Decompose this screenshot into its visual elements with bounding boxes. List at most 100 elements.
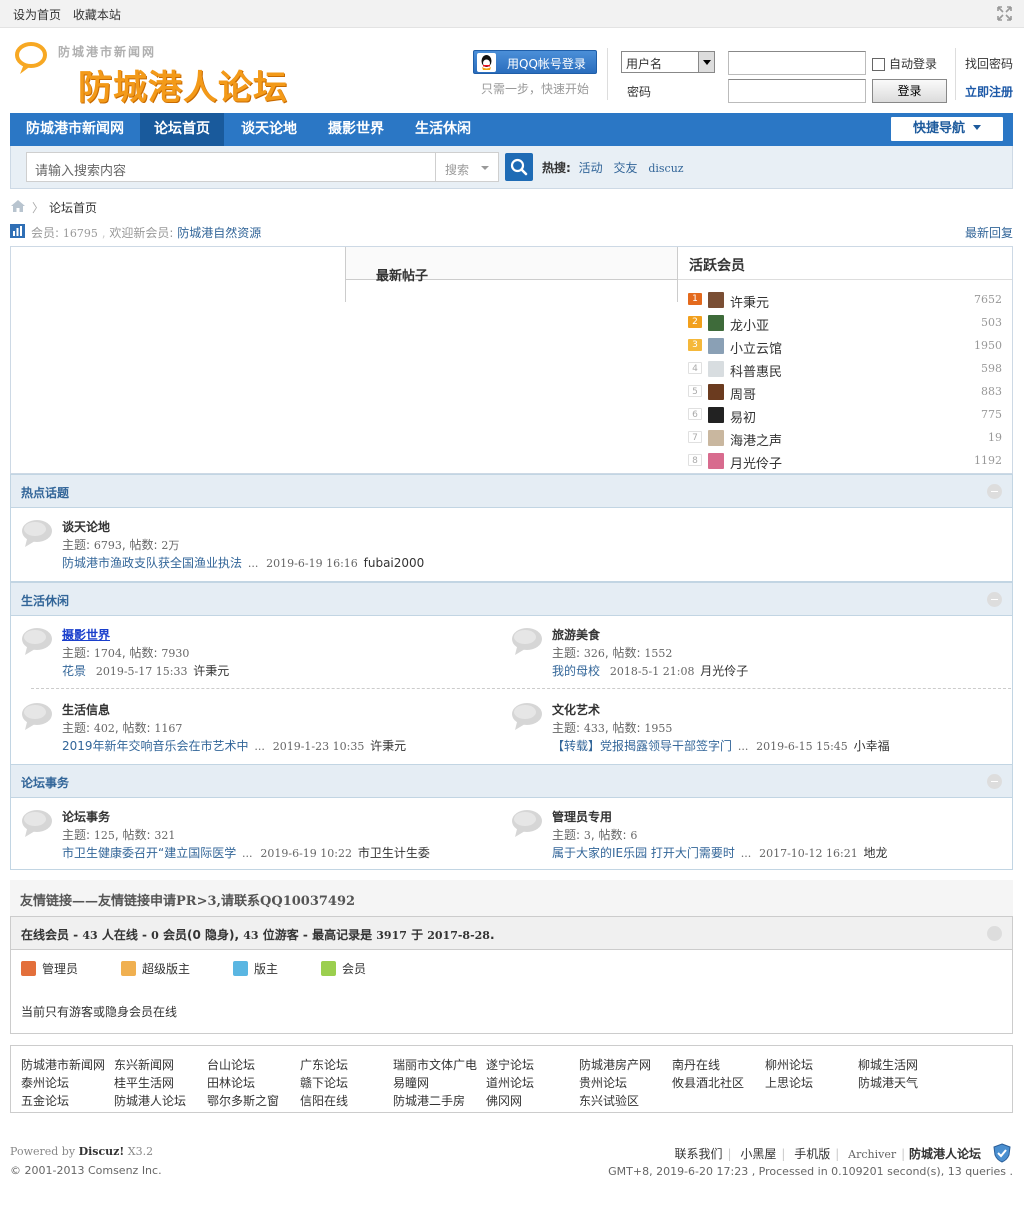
member-name[interactable]: 海港之声 <box>730 430 782 449</box>
search-input[interactable]: 请输入搜索内容 <box>26 152 436 182</box>
friend-link[interactable]: 遂宁论坛 <box>486 1056 534 1073</box>
nav-item-forum-home[interactable]: 论坛首页 <box>140 113 224 146</box>
active-member-item[interactable]: 7 海港之声 19 <box>688 428 1002 449</box>
nav-item-life[interactable]: 生活休闲 <box>401 113 485 146</box>
register-link[interactable]: 立即注册 <box>965 83 1013 100</box>
member-name[interactable]: 易初 <box>730 407 756 426</box>
hot-search-term[interactable]: discuz <box>648 162 683 175</box>
forum-name[interactable]: 谈天论地 <box>62 518 110 535</box>
friend-link[interactable]: 贵州论坛 <box>579 1074 627 1091</box>
nav-item-photo[interactable]: 摄影世界 <box>314 113 398 146</box>
new-member-link[interactable]: 防城港自然资源 <box>177 226 261 240</box>
avatar[interactable] <box>708 315 724 331</box>
username-field[interactable] <box>728 51 866 75</box>
search-button[interactable] <box>505 153 533 181</box>
friend-link[interactable]: 东兴新闻网 <box>114 1056 174 1073</box>
nav-item-chat[interactable]: 谈天论地 <box>227 113 311 146</box>
friend-link[interactable]: 防城港市新闻网 <box>21 1056 105 1073</box>
friend-link[interactable]: 五金论坛 <box>21 1092 69 1109</box>
newest-posts-title[interactable]: 最新帖子 <box>376 265 428 284</box>
last-post-link[interactable]: 防城港市渔政支队获全国渔业执法 <box>62 556 242 570</box>
login-button[interactable]: 登录 <box>872 79 947 103</box>
breadcrumb-current[interactable]: 论坛首页 <box>49 201 97 215</box>
member-name[interactable]: 月光伶子 <box>730 453 782 472</box>
section-title[interactable]: 生活休闲 <box>21 592 69 609</box>
last-post-link[interactable]: 属于大家的IE乐园 打开大门需要时 <box>552 846 735 860</box>
friend-link[interactable]: 防城港二手房 <box>393 1092 465 1109</box>
auto-login-checkbox[interactable]: 自动登录 <box>872 55 937 72</box>
discuz-link[interactable]: Discuz! <box>79 1145 125 1158</box>
footer-link-archiver[interactable]: Archiver <box>848 1148 896 1161</box>
friend-link[interactable]: 台山论坛 <box>207 1056 255 1073</box>
avatar[interactable] <box>708 361 724 377</box>
login-type-select[interactable]: 用户名 <box>621 51 715 73</box>
last-post-user[interactable]: 地龙 <box>864 846 888 860</box>
footer-link-mobile[interactable]: 手机版 <box>794 1147 830 1161</box>
friend-link[interactable]: 鄂尔多斯之窗 <box>207 1092 279 1109</box>
last-post-user[interactable]: 许秉元 <box>193 664 229 678</box>
last-post-user[interactable]: 小幸福 <box>854 739 890 753</box>
last-post-link[interactable]: 花景 <box>62 664 86 678</box>
friend-link[interactable]: 广东论坛 <box>300 1056 348 1073</box>
friend-link[interactable]: 道州论坛 <box>486 1074 534 1091</box>
friend-link[interactable]: 南丹在线 <box>672 1056 720 1073</box>
collapse-icon[interactable] <box>987 926 1002 941</box>
last-post-user[interactable]: fubai2000 <box>364 556 425 570</box>
friend-link[interactable]: 田林论坛 <box>207 1074 255 1091</box>
member-name[interactable]: 许秉元 <box>730 292 769 311</box>
shield-icon[interactable] <box>992 1143 1012 1163</box>
section-header[interactable]: 热点话题 <box>10 474 1013 508</box>
site-logo[interactable]: 防城港市新闻网 防城港人论坛 <box>14 40 314 108</box>
avatar[interactable] <box>708 453 724 469</box>
bookmark-link[interactable]: 收藏本站 <box>73 8 121 22</box>
forum-name[interactable]: 生活信息 <box>62 701 110 718</box>
forum-name[interactable]: 摄影世界 <box>62 626 110 643</box>
footer-link-contact[interactable]: 联系我们 <box>674 1147 722 1161</box>
friend-link[interactable]: 佛冈网 <box>486 1092 522 1109</box>
avatar[interactable] <box>708 407 724 423</box>
friend-link[interactable]: 防城港房产网 <box>579 1056 651 1073</box>
friend-link[interactable]: 柳州论坛 <box>765 1056 813 1073</box>
section-title[interactable]: 热点话题 <box>21 484 69 501</box>
friend-link[interactable]: 东兴试验区 <box>579 1092 639 1109</box>
password-field[interactable] <box>728 79 866 103</box>
friend-link[interactable]: 桂平生活网 <box>114 1074 174 1091</box>
active-member-item[interactable]: 5 周哥 883 <box>688 382 1002 403</box>
active-member-item[interactable]: 8 月光伶子 1192 <box>688 451 1002 472</box>
section-title[interactable]: 论坛事务 <box>21 774 69 791</box>
active-member-item[interactable]: 2 龙小亚 503 <box>688 313 1002 334</box>
last-post-link[interactable]: 2019年新年交响音乐会在市艺术中 <box>62 739 249 753</box>
section-header[interactable]: 论坛事务 <box>10 764 1013 798</box>
friend-link[interactable]: 易瞳网 <box>393 1074 429 1091</box>
last-post-link[interactable]: 市卫生健康委召开“建立国际医学 <box>62 846 236 860</box>
nav-item-news[interactable]: 防城港市新闻网 <box>12 113 138 146</box>
friend-link[interactable]: 信阳在线 <box>300 1092 348 1109</box>
hot-search-term[interactable]: 活动 <box>579 161 603 175</box>
find-password-link[interactable]: 找回密码 <box>965 55 1013 72</box>
friend-link[interactable]: 上思论坛 <box>765 1074 813 1091</box>
footer-link-site[interactable]: 防城港人论坛 <box>909 1147 981 1161</box>
last-post-link[interactable]: 【转载】党报揭露领导干部签字门 <box>552 739 732 753</box>
quick-nav-button[interactable]: 快捷导航 <box>891 117 1003 141</box>
active-member-item[interactable]: 6 易初 775 <box>688 405 1002 426</box>
forum-name[interactable]: 论坛事务 <box>62 808 110 825</box>
friend-link[interactable]: 赣下论坛 <box>300 1074 348 1091</box>
friend-link[interactable]: 泰州论坛 <box>21 1074 69 1091</box>
friend-link[interactable]: 防城港天气 <box>858 1074 918 1091</box>
set-homepage-link[interactable]: 设为首页 <box>13 8 61 22</box>
home-icon[interactable] <box>10 199 26 213</box>
collapse-icon[interactable] <box>987 774 1002 789</box>
active-member-item[interactable]: 4 科普惠民 598 <box>688 359 1002 380</box>
latest-reply-link[interactable]: 最新回复 <box>965 224 1013 241</box>
friend-link[interactable]: 防城港人论坛 <box>114 1092 186 1109</box>
friend-link[interactable]: 柳城生活网 <box>858 1056 918 1073</box>
last-post-user[interactable]: 许秉元 <box>370 739 406 753</box>
member-name[interactable]: 小立云馆 <box>730 338 782 357</box>
member-name[interactable]: 周哥 <box>730 384 756 403</box>
avatar[interactable] <box>708 384 724 400</box>
search-type-select[interactable]: 搜索 <box>435 152 499 182</box>
fullscreen-icon[interactable] <box>997 6 1012 21</box>
avatar[interactable] <box>708 292 724 308</box>
qq-login-button[interactable]: 用QQ帐号登录 <box>473 50 597 74</box>
friend-link[interactable]: 攸县酒北社区 <box>672 1074 744 1091</box>
